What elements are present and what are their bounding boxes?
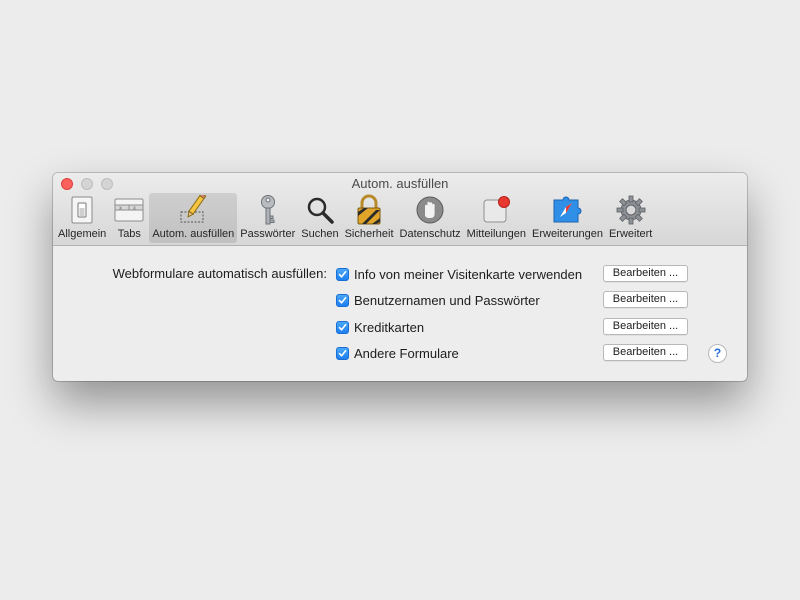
autofill-pane: Webformulare automatisch ausfüllen: Info…: [53, 246, 747, 381]
magnifier-icon: [303, 194, 337, 226]
checkmark-icon: [338, 296, 347, 304]
tab-autom-ausfuellen[interactable]: Autom. ausfüllen: [149, 193, 238, 243]
pencil-form-icon: [176, 194, 210, 226]
section-label: Webformulare automatisch ausfüllen:: [112, 266, 327, 281]
checkbox-visitenkarte[interactable]: [336, 267, 349, 281]
tab-passwoerter[interactable]: Passwörter: [237, 193, 298, 243]
tabs-icon: x x: [112, 194, 146, 226]
svg-text:x: x: [133, 206, 136, 212]
checkmark-icon: [338, 323, 347, 331]
option-label: Info von meiner Visitenkarte verwenden: [354, 266, 583, 282]
option-row-andere-formulare[interactable]: Andere Formulare: [336, 344, 459, 362]
checkbox-andere-formulare[interactable]: [336, 346, 349, 360]
hand-icon: [413, 194, 447, 226]
tab-datenschutz[interactable]: Datenschutz: [397, 193, 464, 243]
switch-icon: [65, 194, 99, 226]
option-row-visitenkarte[interactable]: Info von meiner Visitenkarte verwenden: [336, 265, 582, 283]
preferences-toolbar: Allgemein x x Tabs Autom. ausfüllen Pass…: [55, 193, 655, 243]
notification-icon: [479, 194, 513, 226]
edit-andere-formulare-button[interactable]: Bearbeiten ...: [603, 344, 688, 361]
preferences-window: Autom. ausfüllen Allgemein x x Tabs Auto…: [53, 173, 747, 381]
tab-suchen[interactable]: Suchen: [298, 193, 341, 243]
tab-allgemein[interactable]: Allgemein: [55, 193, 109, 243]
help-button[interactable]: ?: [708, 344, 727, 363]
option-row-benutzernamen[interactable]: Benutzernamen und Passwörter: [336, 291, 540, 309]
tab-erweiterungen[interactable]: Erweiterungen: [529, 193, 606, 243]
checkbox-benutzernamen[interactable]: [336, 293, 349, 307]
edit-kreditkarten-button[interactable]: Bearbeiten ...: [603, 318, 688, 335]
option-row-kreditkarten[interactable]: Kreditkarten: [336, 318, 424, 336]
edit-benutzernamen-button[interactable]: Bearbeiten ...: [603, 291, 688, 308]
tab-erweitert[interactable]: Erweitert: [606, 193, 655, 243]
window-title: Autom. ausfüllen: [351, 176, 449, 191]
checkmark-icon: [338, 349, 347, 357]
gear-icon: [614, 194, 648, 226]
checkbox-kreditkarten[interactable]: [336, 320, 349, 334]
option-label: Benutzernamen und Passwörter: [354, 292, 540, 308]
checkmark-icon: [338, 270, 347, 278]
puzzle-compass-icon: [550, 194, 584, 226]
key-icon: [251, 194, 285, 226]
tab-tabs[interactable]: x x Tabs: [109, 193, 149, 243]
svg-text:x: x: [119, 206, 122, 212]
edit-visitenkarte-button[interactable]: Bearbeiten ...: [603, 265, 688, 282]
option-label: Andere Formulare: [354, 345, 459, 361]
option-label: Kreditkarten: [354, 319, 425, 335]
tab-sicherheit[interactable]: Sicherheit: [342, 193, 397, 243]
title-bar: Autom. ausfüllen Allgemein x x Tabs Auto…: [53, 173, 747, 246]
lock-icon: [352, 194, 386, 226]
tab-mitteilungen[interactable]: Mitteilungen: [464, 193, 529, 243]
